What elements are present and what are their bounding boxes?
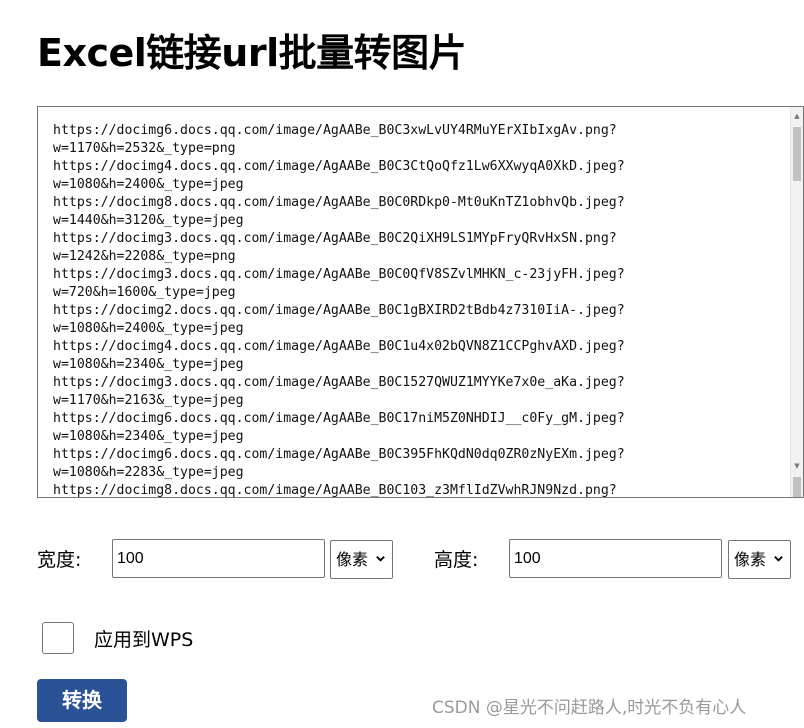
- csdn-watermark: CSDN @星光不问赶路人,时光不负有心人: [432, 698, 747, 718]
- url-line: w=1080&h=2340&_type=jpeg: [53, 429, 244, 444]
- chevron-down-icon: [774, 556, 783, 562]
- url-line: https://docimg6.docs.qq.com/image/AgAABe…: [53, 411, 625, 426]
- url-line: w=1080&h=2400&_type=jpeg: [53, 321, 244, 336]
- url-line: https://docimg6.docs.qq.com/image/AgAABe…: [53, 447, 625, 462]
- width-label: 宽度:: [37, 549, 82, 571]
- page: Excel链接url批量转图片 https://docimg6.docs.qq.…: [0, 0, 804, 728]
- url-line: https://docimg3.docs.qq.com/image/AgAABe…: [53, 267, 625, 282]
- url-line: w=720&h=1600&_type=jpeg: [53, 285, 236, 300]
- url-line: https://docimg2.docs.qq.com/image/AgAABe…: [53, 303, 625, 318]
- url-line: w=1242&h=2208&_type=png: [53, 249, 236, 264]
- url-line: https://docimg8.docs.qq.com/image/AgAABe…: [53, 483, 617, 498]
- scroll-up-arrow-icon[interactable]: ▲: [791, 109, 803, 123]
- width-unit-select[interactable]: 像素: [330, 540, 393, 579]
- height-input[interactable]: [509, 539, 722, 578]
- url-line: https://docimg4.docs.qq.com/image/AgAABe…: [53, 159, 625, 174]
- wps-checkbox[interactable]: [42, 622, 74, 654]
- scroll-track-segment: [793, 477, 801, 497]
- url-line: w=1170&h=2532&_type=png: [53, 141, 236, 156]
- url-textarea[interactable]: https://docimg6.docs.qq.com/image/AgAABe…: [37, 106, 804, 498]
- page-title: Excel链接url批量转图片: [37, 31, 467, 75]
- wps-checkbox-label[interactable]: 应用到WPS: [94, 627, 193, 653]
- width-input[interactable]: [112, 539, 325, 578]
- url-line: w=1440&h=3120&_type=jpeg: [53, 213, 244, 228]
- url-line: https://docimg3.docs.qq.com/image/AgAABe…: [53, 231, 617, 246]
- chevron-down-icon: [376, 556, 385, 562]
- url-line: w=1080&h=2400&_type=jpeg: [53, 177, 244, 192]
- convert-button[interactable]: 转换: [37, 679, 127, 722]
- url-line: https://docimg4.docs.qq.com/image/AgAABe…: [53, 339, 625, 354]
- url-list: https://docimg6.docs.qq.com/image/AgAABe…: [53, 122, 787, 498]
- url-line: https://docimg6.docs.qq.com/image/AgAABe…: [53, 123, 617, 138]
- url-line: https://docimg3.docs.qq.com/image/AgAABe…: [53, 375, 625, 390]
- url-line: w=1080&h=2283&_type=jpeg: [53, 465, 244, 480]
- url-line: https://docimg8.docs.qq.com/image/AgAABe…: [53, 195, 625, 210]
- scroll-down-arrow-icon[interactable]: ▼: [791, 459, 803, 473]
- height-unit-value: 像素: [734, 550, 767, 569]
- scroll-thumb[interactable]: [793, 127, 801, 181]
- height-label: 高度:: [434, 549, 479, 571]
- url-line: w=1170&h=2163&_type=jpeg: [53, 393, 244, 408]
- height-unit-select[interactable]: 像素: [728, 540, 791, 579]
- width-unit-value: 像素: [336, 550, 369, 569]
- vertical-scrollbar[interactable]: ▲ ▼: [790, 107, 803, 497]
- url-line: w=1080&h=2340&_type=jpeg: [53, 357, 244, 372]
